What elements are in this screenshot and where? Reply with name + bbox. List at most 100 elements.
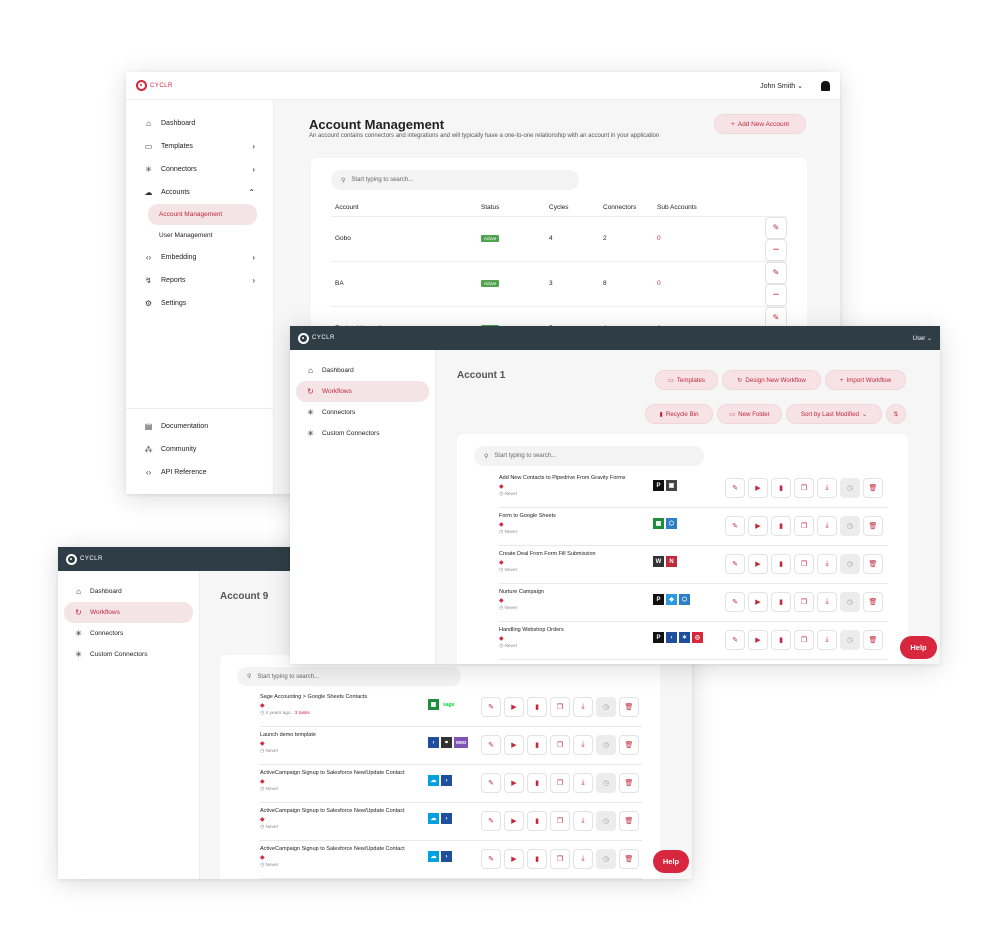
more-button[interactable]: ••• xyxy=(765,283,787,306)
import-workflow-button[interactable]: + Import Workflow xyxy=(825,370,906,390)
workflow-row[interactable]: ActiveCampaign Signup to Salesforce New/… xyxy=(260,841,642,879)
bell-icon[interactable] xyxy=(821,80,830,91)
workflow-row[interactable]: ActiveCampaign Signup to Salesforce New/… xyxy=(260,803,642,841)
workflow-row[interactable]: Handling Webshop Orders ◆ ◷ Never P › ✶ ◎ ✎ ▶ ▮ ❐ ⤓… xyxy=(499,622,888,660)
copy-button[interactable]: ❐ xyxy=(794,478,814,498)
run-button[interactable]: ▶ xyxy=(504,735,524,755)
workflow-row[interactable]: Create Deal From Form Fill Submission ◆ ◷ … xyxy=(499,546,888,584)
edit-button[interactable]: ✎ xyxy=(725,592,745,612)
sidebar-item-connectors[interactable]: ✳ Connectors xyxy=(64,623,193,644)
edit-button[interactable]: ✎ xyxy=(481,849,501,869)
sidebar-item-dashboard[interactable]: ⌂ Dashboard xyxy=(126,112,273,135)
edit-button[interactable]: ✎ xyxy=(481,811,501,831)
download-button[interactable]: ⤓ xyxy=(573,811,593,831)
delete-button[interactable]: 🗑 xyxy=(619,773,639,793)
edit-button[interactable]: ✎ xyxy=(725,630,745,650)
copy-button[interactable]: ❐ xyxy=(550,811,570,831)
chart-button[interactable]: ▮ xyxy=(527,697,547,717)
download-button[interactable]: ⤓ xyxy=(817,592,837,612)
sidebar-item-custom-connectors[interactable]: ✳ Custom Connectors xyxy=(64,644,193,665)
sort-direction-button[interactable]: ⇅ xyxy=(886,404,906,424)
download-button[interactable]: ⤓ xyxy=(817,516,837,536)
search-input[interactable]: ⚲ Start typing to search... xyxy=(474,446,704,466)
delete-button[interactable]: 🗑 xyxy=(863,478,883,498)
copy-button[interactable]: ❐ xyxy=(794,592,814,612)
workflow-row[interactable]: Form to Google Sheets ◆ ◷ Never ▦ ⬡ ✎ ▶ ▮ ❐ ⤓ ◷ 🗑 xyxy=(499,508,888,546)
chart-button[interactable]: ▮ xyxy=(527,735,547,755)
edit-button[interactable]: ✎ xyxy=(481,697,501,717)
cyclr-logo[interactable]: CYCLR xyxy=(298,332,335,344)
run-button[interactable]: ▶ xyxy=(748,478,768,498)
download-button[interactable]: ⤓ xyxy=(817,630,837,650)
sidebar-item-documentation[interactable]: ▤ Documentation xyxy=(126,415,273,438)
cyclr-logo[interactable]: CYCLR xyxy=(136,80,173,91)
sidebar-item-connectors[interactable]: ✳ Connectors › xyxy=(126,158,273,181)
sidebar-item-dashboard[interactable]: ⌂ Dashboard xyxy=(296,360,429,381)
sidebar-item-templates[interactable]: ▭ Templates › xyxy=(126,135,273,158)
workflow-row[interactable]: ActiveCampaign Signup to Salesforce New/… xyxy=(260,765,642,803)
download-button[interactable]: ⤓ xyxy=(573,773,593,793)
sidebar-item-embedding[interactable]: ‹› Embedding › xyxy=(126,246,273,269)
sidebar-item-dashboard[interactable]: ⌂ Dashboard xyxy=(64,581,193,602)
copy-button[interactable]: ❐ xyxy=(794,516,814,536)
cyclr-logo[interactable]: CYCLR xyxy=(66,553,103,565)
copy-button[interactable]: ❐ xyxy=(550,697,570,717)
sidebar-item-account-management[interactable]: Account Management xyxy=(148,204,257,225)
search-input[interactable]: ⚲ Start typing to search... xyxy=(331,170,579,190)
recycle-bin-button[interactable]: ▮ Recycle Bin xyxy=(645,404,713,424)
run-button[interactable]: ▶ xyxy=(748,592,768,612)
sidebar-item-accounts[interactable]: ☁ Accounts ⌃ xyxy=(126,181,273,204)
edit-button[interactable]: ✎ xyxy=(765,261,787,284)
chart-button[interactable]: ▮ xyxy=(771,592,791,612)
sidebar-item-settings[interactable]: ⚙ Settings xyxy=(126,292,273,315)
edit-button[interactable]: ✎ xyxy=(725,516,745,536)
more-button[interactable]: ••• xyxy=(765,238,787,261)
sidebar-item-api-reference[interactable]: ‹› API Reference xyxy=(126,461,273,484)
sidebar-item-connectors[interactable]: ✳ Connectors xyxy=(296,402,429,423)
sidebar-item-user-management[interactable]: User Management xyxy=(148,225,257,246)
workflow-row[interactable]: Nurture Campaign ◆ ◷ Never P ◆ ⬡ ✎ ▶ ▮ ❐ ⤓ ◷ 🗑 xyxy=(499,584,888,622)
sort-dropdown[interactable]: Sort by Last Modified ⌄ xyxy=(786,404,882,424)
workflow-row[interactable]: Launch demo template ◆ ◷ Never › ⚭ woo ✎ ▶ ▮ ❐ ⤓ ◷ 🗑 xyxy=(260,727,642,765)
workflow-row[interactable]: Add New Contacts to Pipedrive From Gravi… xyxy=(499,470,888,508)
copy-button[interactable]: ❐ xyxy=(794,554,814,574)
delete-button[interactable]: 🗑 xyxy=(619,849,639,869)
download-button[interactable]: ⤓ xyxy=(817,554,837,574)
chart-button[interactable]: ▮ xyxy=(771,630,791,650)
download-button[interactable]: ⤓ xyxy=(573,849,593,869)
new-folder-button[interactable]: ▭ New Folder xyxy=(717,404,782,424)
run-button[interactable]: ▶ xyxy=(504,849,524,869)
design-workflow-button[interactable]: ↻ Design New Workflow xyxy=(722,370,821,390)
copy-button[interactable]: ❐ xyxy=(794,630,814,650)
download-button[interactable]: ⤓ xyxy=(817,478,837,498)
chart-button[interactable]: ▮ xyxy=(527,849,547,869)
sidebar-item-custom-connectors[interactable]: ✳ Custom Connectors xyxy=(296,423,429,444)
delete-button[interactable]: 🗑 xyxy=(863,554,883,574)
user-menu[interactable]: User ⌄ xyxy=(913,335,932,342)
delete-button[interactable]: 🗑 xyxy=(619,811,639,831)
chart-button[interactable]: ▮ xyxy=(771,516,791,536)
chart-button[interactable]: ▮ xyxy=(527,811,547,831)
templates-button[interactable]: ▭ Templates xyxy=(655,370,718,390)
edit-button[interactable]: ✎ xyxy=(725,554,745,574)
sidebar-item-reports[interactable]: ↯ Reports › xyxy=(126,269,273,292)
search-input[interactable]: ⚲ Start typing to search... xyxy=(237,667,461,686)
run-button[interactable]: ▶ xyxy=(504,697,524,717)
workflow-row[interactable]: Sage Accounting > Google Sheets Contacts… xyxy=(260,689,642,727)
delete-button[interactable]: 🗑 xyxy=(619,735,639,755)
chart-button[interactable]: ▮ xyxy=(527,773,547,793)
chart-button[interactable]: ▮ xyxy=(771,478,791,498)
download-button[interactable]: ⤓ xyxy=(573,697,593,717)
delete-button[interactable]: 🗑 xyxy=(863,630,883,650)
copy-button[interactable]: ❐ xyxy=(550,773,570,793)
help-button[interactable]: Help xyxy=(900,636,937,659)
run-button[interactable]: ▶ xyxy=(748,516,768,536)
copy-button[interactable]: ❐ xyxy=(550,735,570,755)
copy-button[interactable]: ❐ xyxy=(550,849,570,869)
sidebar-item-workflows[interactable]: ↻ Workflows xyxy=(296,381,429,402)
delete-button[interactable]: 🗑 xyxy=(863,592,883,612)
edit-button[interactable]: ✎ xyxy=(481,773,501,793)
help-button[interactable]: Help xyxy=(653,850,689,873)
download-button[interactable]: ⤓ xyxy=(573,735,593,755)
chart-button[interactable]: ▮ xyxy=(771,554,791,574)
